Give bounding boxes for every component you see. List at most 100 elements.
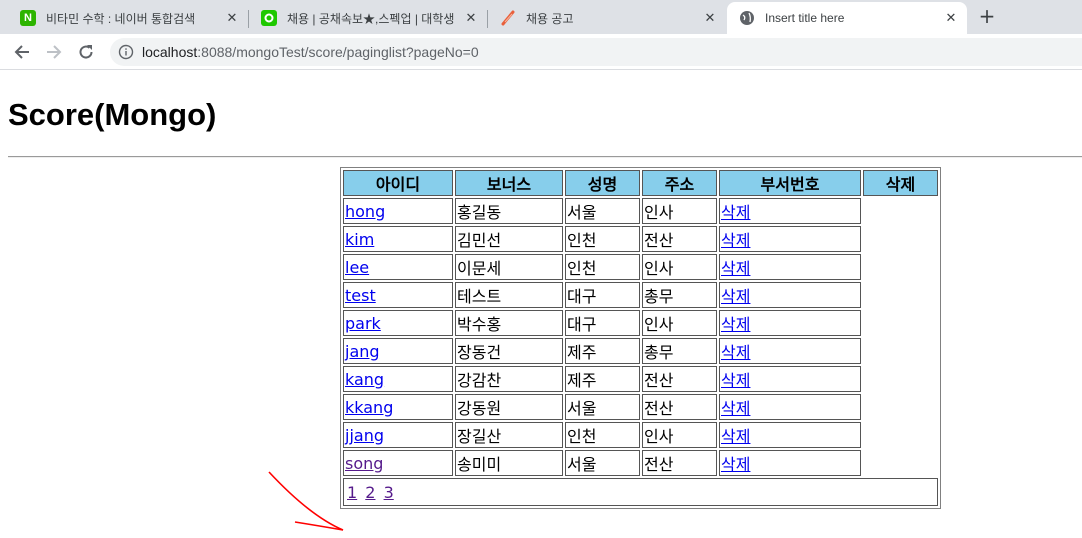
delete-link[interactable]: 삭제	[721, 259, 750, 278]
header-bonus: 보너스	[455, 170, 563, 196]
cell-delete: 삭제	[719, 394, 861, 420]
cell-dept: 총무	[642, 282, 717, 308]
delete-link[interactable]: 삭제	[721, 287, 750, 306]
cell-delete: 삭제	[719, 422, 861, 448]
new-tab-plus-icon[interactable]: +	[976, 4, 998, 28]
cell-city: 대구	[565, 282, 640, 308]
empty-cell	[863, 310, 938, 336]
cell-id: lee	[343, 254, 453, 280]
cell-dept: 전산	[642, 226, 717, 252]
cell-city: 제주	[565, 366, 640, 392]
delete-link[interactable]: 삭제	[721, 231, 750, 250]
cell-dept: 인사	[642, 310, 717, 336]
id-link[interactable]: kkang	[345, 398, 393, 417]
table-row: test 테스트 대구 총무 삭제	[343, 282, 938, 308]
cell-id: test	[343, 282, 453, 308]
empty-cell	[863, 254, 938, 280]
id-link[interactable]: lee	[345, 258, 369, 277]
cell-delete: 삭제	[719, 450, 861, 476]
cell-delete: 삭제	[719, 282, 861, 308]
back-arrow-icon[interactable]	[8, 38, 36, 66]
cell-id: kkang	[343, 394, 453, 420]
cell-name: 홍길동	[455, 198, 563, 224]
feather-icon	[500, 10, 516, 26]
page-content: Score(Mongo) 아이디 보너스 성명 주소 부서번호 삭제 hong …	[0, 70, 1082, 531]
tab-naver-search[interactable]: N 비타민 수학 : 네이버 통합검색 ✕	[8, 2, 248, 34]
close-icon[interactable]: ✕	[702, 10, 718, 26]
id-link[interactable]: kim	[345, 230, 374, 249]
cell-id: kang	[343, 366, 453, 392]
id-link[interactable]: song	[345, 454, 383, 473]
cell-dept: 전산	[642, 394, 717, 420]
id-link[interactable]: test	[345, 286, 376, 305]
id-link[interactable]: park	[345, 314, 381, 333]
close-icon[interactable]: ✕	[224, 10, 240, 26]
info-icon[interactable]	[118, 44, 134, 60]
delete-link[interactable]: 삭제	[721, 399, 750, 418]
table-row: park 박수홍 대구 인사 삭제	[343, 310, 938, 336]
cell-delete: 삭제	[719, 366, 861, 392]
cell-name: 테스트	[455, 282, 563, 308]
delete-link[interactable]: 삭제	[721, 343, 750, 362]
delete-link[interactable]: 삭제	[721, 315, 750, 334]
header-delete: 삭제	[863, 170, 938, 196]
address-bar[interactable]: localhost:8088/mongoTest/score/paginglis…	[110, 38, 1082, 66]
tab-title: Insert title here	[765, 11, 845, 25]
cell-name: 김민선	[455, 226, 563, 252]
forward-arrow-icon[interactable]	[40, 38, 68, 66]
table-row: hong 홍길동 서울 인사 삭제	[343, 198, 938, 224]
empty-cell	[863, 282, 938, 308]
reload-icon[interactable]	[72, 38, 100, 66]
cell-city: 인천	[565, 422, 640, 448]
cell-id: hong	[343, 198, 453, 224]
cell-name: 장길산	[455, 422, 563, 448]
header-address: 주소	[642, 170, 717, 196]
horizontal-rule	[8, 156, 1082, 158]
table-row: kkang 강동원 서울 전산 삭제	[343, 394, 938, 420]
delete-link[interactable]: 삭제	[721, 203, 750, 222]
url-host: localhost	[142, 44, 198, 60]
cell-name: 이문세	[455, 254, 563, 280]
tab-title: 채용 공고	[526, 11, 574, 26]
close-icon[interactable]: ✕	[463, 10, 479, 26]
cell-name: 강감찬	[455, 366, 563, 392]
tab-job-posting[interactable]: 채용 공고 ✕	[488, 2, 726, 34]
id-link[interactable]: jang	[345, 342, 380, 361]
tab-spec-up[interactable]: 채용 | 공채속보★,스펙업 | 대학생 ✕	[249, 2, 487, 34]
id-link[interactable]: hong	[345, 202, 385, 221]
table-row: lee 이문세 인천 인사 삭제	[343, 254, 938, 280]
red-annotation-arrow	[268, 471, 344, 531]
cell-delete: 삭제	[719, 338, 861, 364]
cell-id: jjang	[343, 422, 453, 448]
cell-delete: 삭제	[719, 226, 861, 252]
spec-up-icon	[261, 10, 277, 26]
table-row: kang 강감찬 제주 전산 삭제	[343, 366, 938, 392]
page-link-2[interactable]: 2	[365, 483, 375, 502]
empty-cell	[863, 366, 938, 392]
header-id: 아이디	[343, 170, 453, 196]
delete-link[interactable]: 삭제	[721, 427, 750, 446]
empty-cell	[863, 338, 938, 364]
table-row: kim 김민선 인천 전산 삭제	[343, 226, 938, 252]
cell-city: 서울	[565, 394, 640, 420]
cell-dept: 전산	[642, 366, 717, 392]
score-table: 아이디 보너스 성명 주소 부서번호 삭제 hong 홍길동 서울 인사 삭제 …	[340, 167, 941, 509]
url-text: localhost:8088/mongoTest/score/paginglis…	[142, 44, 479, 60]
page-link-3[interactable]: 3	[384, 483, 394, 502]
cell-name: 강동원	[455, 394, 563, 420]
cell-dept: 인사	[642, 254, 717, 280]
cell-id: song	[343, 450, 453, 476]
id-link[interactable]: kang	[345, 370, 384, 389]
delete-link[interactable]: 삭제	[721, 455, 750, 474]
delete-link[interactable]: 삭제	[721, 371, 750, 390]
close-icon[interactable]: ✕	[943, 10, 959, 26]
empty-cell	[863, 226, 938, 252]
pagination-row: 1 2 3	[343, 478, 938, 506]
cell-id: park	[343, 310, 453, 336]
id-link[interactable]: jjang	[345, 426, 384, 445]
cell-city: 서울	[565, 198, 640, 224]
cell-name: 송미미	[455, 450, 563, 476]
tab-insert-title[interactable]: Insert title here ✕	[727, 2, 967, 34]
cell-city: 제주	[565, 338, 640, 364]
table-row: song 송미미 서울 전산 삭제	[343, 450, 938, 476]
